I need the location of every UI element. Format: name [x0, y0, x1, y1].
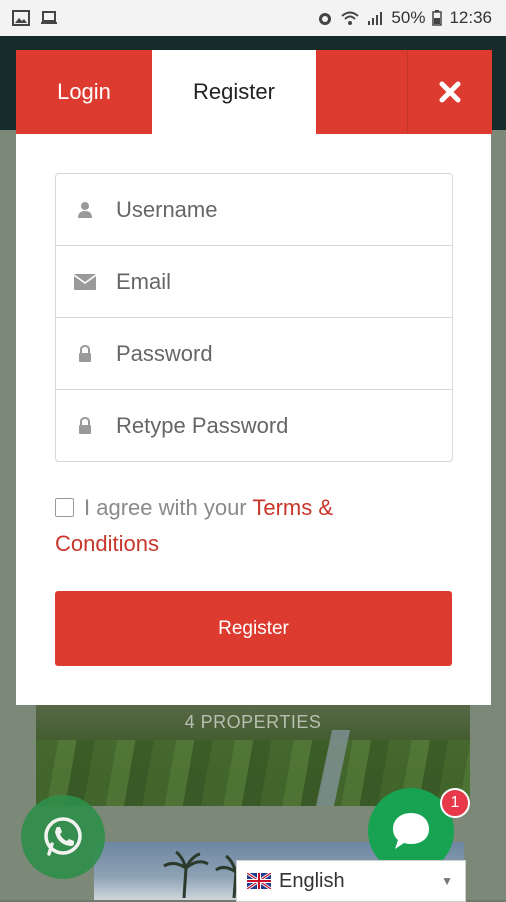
tab-login[interactable]: Login — [16, 50, 152, 134]
close-icon — [439, 81, 461, 103]
uk-flag-icon — [247, 873, 271, 889]
email-input[interactable] — [114, 267, 438, 296]
password-input[interactable] — [114, 339, 438, 368]
whatsapp-icon — [44, 817, 82, 856]
auth-tabs: Login Register — [16, 50, 492, 134]
terms-checkbox[interactable] — [55, 497, 74, 517]
image-icon — [12, 10, 30, 26]
terms-agreement: I agree with your Terms & Conditions — [55, 490, 385, 562]
username-row — [56, 174, 452, 246]
signal-icon — [368, 12, 383, 25]
chat-notification-badge: 1 — [440, 788, 470, 818]
agree-text: I agree with your — [84, 495, 247, 520]
chat-bubble-icon — [393, 813, 429, 849]
close-button[interactable] — [407, 50, 492, 134]
user-icon — [56, 201, 114, 219]
status-bar: 50% 12:36 — [0, 0, 506, 36]
register-button[interactable]: Register — [55, 591, 452, 666]
retype-password-input[interactable] — [114, 411, 438, 440]
envelope-icon — [56, 273, 114, 290]
chevron-down-icon: ▼ — [441, 874, 453, 888]
register-form-fields — [55, 173, 453, 462]
battery-icon — [432, 10, 443, 26]
retype-password-row — [56, 390, 452, 461]
battery-percent: 50% — [391, 8, 426, 27]
alarm-icon — [319, 13, 332, 25]
language-selector[interactable]: English ▼ — [236, 860, 466, 902]
property-count-label: 4 PROPERTIES — [184, 712, 322, 732]
password-row — [56, 318, 452, 390]
username-input[interactable] — [114, 195, 438, 224]
email-row — [56, 246, 452, 318]
auth-modal: Login Register Username Email I agree wi… — [16, 50, 492, 705]
whatsapp-button[interactable] — [21, 795, 105, 879]
lock-icon — [56, 416, 114, 435]
clock: 12:36 — [449, 8, 492, 27]
wifi-icon — [341, 11, 360, 25]
laptop-icon — [41, 11, 57, 24]
tab-bar-filler — [316, 50, 407, 134]
lock-icon — [56, 344, 114, 363]
tab-register[interactable]: Register — [152, 50, 316, 134]
language-label: English — [279, 869, 345, 892]
